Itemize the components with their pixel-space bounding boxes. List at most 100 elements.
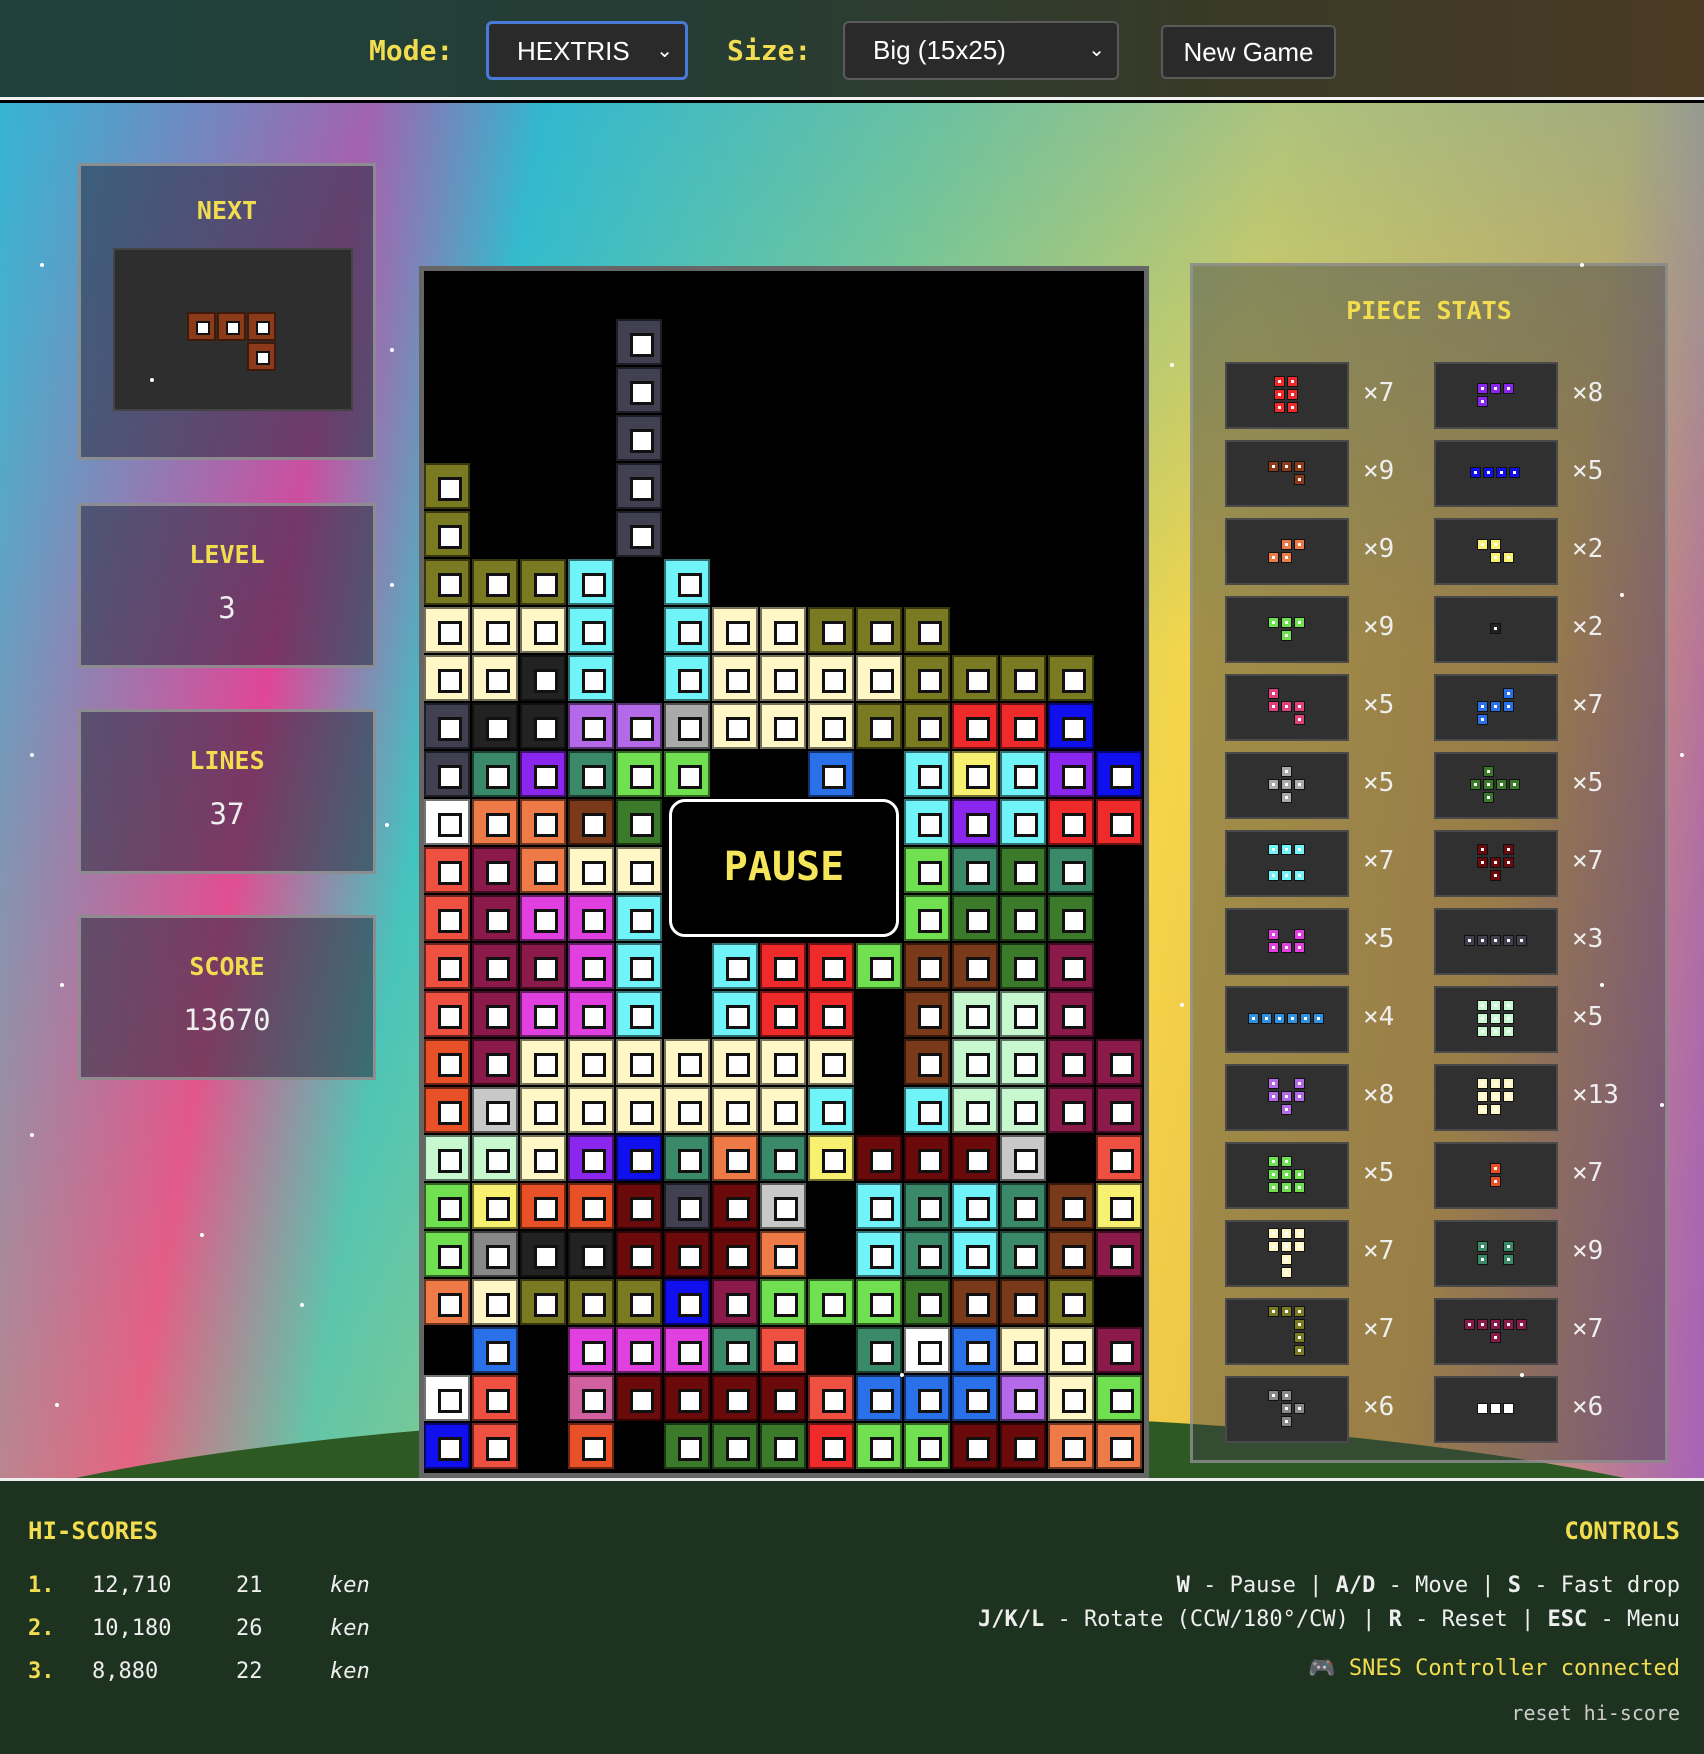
piece-stat-count: ×7	[1572, 1158, 1604, 1188]
footer: HI-SCORES 1. 12,710 21 ken 2. 10,180 26 …	[0, 1478, 1704, 1754]
piece-stat-icon	[1225, 440, 1349, 507]
piece-stat-count: ×9	[1363, 612, 1395, 642]
piece-stat-cell	[1489, 623, 1501, 634]
board-cell	[1000, 799, 1046, 845]
lines-panel: LINES 37	[78, 709, 376, 874]
board-cell	[712, 991, 758, 1037]
board-cell	[1000, 751, 1046, 797]
board-cell	[1000, 655, 1046, 701]
piece-stat-cell	[1280, 870, 1292, 881]
piece-stat-cell	[1293, 928, 1305, 940]
reset-hiscore-link[interactable]: reset hi-score	[1511, 1701, 1680, 1725]
piece-stat-cell	[1502, 857, 1514, 868]
piece-stat-cell	[1293, 1182, 1305, 1193]
game-area: NEXT LEVEL 3 LINES 37 SCORE 13670 PAUSE …	[0, 103, 1704, 1478]
board-cell	[904, 1423, 950, 1469]
piece-stat-icon	[1225, 752, 1349, 819]
piece-stat-icon	[1225, 596, 1349, 663]
board-cell	[904, 1279, 950, 1325]
piece-stat-cell	[1476, 1318, 1488, 1330]
piece-stat-cell	[1476, 1253, 1488, 1265]
board-cell	[1096, 1135, 1142, 1181]
piece-stat-cell	[1267, 844, 1279, 855]
piece-stat-cell	[1293, 1318, 1305, 1330]
board-cell	[424, 463, 470, 509]
piece-stat-count: ×8	[1572, 378, 1604, 408]
board-cell	[424, 1039, 470, 1085]
hiscore-lines: 22	[236, 1659, 263, 1684]
board-cell	[760, 943, 806, 989]
pause-overlay: PAUSE	[669, 799, 899, 937]
board-cell	[904, 703, 950, 749]
board-cell	[616, 895, 662, 941]
board-cell	[664, 1135, 710, 1181]
piece-stat-cell	[1267, 1305, 1279, 1317]
board-cell	[952, 1279, 998, 1325]
game-board[interactable]: PAUSE	[419, 266, 1149, 1478]
board-cell	[616, 1087, 662, 1133]
piece-stat-cell	[1502, 935, 1514, 946]
piece-stat-cell	[1293, 473, 1305, 485]
board-cell	[424, 895, 470, 941]
piece-stat-cell	[1261, 1013, 1272, 1024]
mode-select[interactable]: HEXTRIS ⌄	[486, 21, 688, 80]
star-decoration	[300, 1303, 304, 1307]
board-cell	[424, 1183, 470, 1229]
board-cell	[1000, 1087, 1046, 1133]
piece-stat-cell	[1489, 1013, 1501, 1024]
board-cell	[760, 1327, 806, 1373]
board-cell	[520, 1279, 566, 1325]
piece-stat-cell	[1280, 1227, 1292, 1239]
piece-stat-cell	[1483, 779, 1494, 790]
board-cell	[424, 1087, 470, 1133]
piece-stat-cell	[1509, 779, 1520, 790]
piece-stat-count: ×6	[1572, 1392, 1604, 1422]
board-cell	[760, 1423, 806, 1469]
score-title: SCORE	[189, 952, 265, 981]
star-decoration	[900, 1373, 904, 1377]
piece-stat-count: ×3	[1572, 924, 1604, 954]
piece-stat-cell	[1280, 1390, 1292, 1401]
piece-stat-cell	[1463, 1318, 1475, 1330]
board-cell	[1048, 1183, 1094, 1229]
piece-stat-cell	[1489, 551, 1501, 563]
next-piece-cell	[217, 312, 246, 341]
board-cell	[424, 943, 470, 989]
piece-stat-count: ×7	[1572, 846, 1604, 876]
piece-stat-cell	[1248, 1013, 1259, 1024]
piece-stat-cell	[1280, 1253, 1292, 1265]
piece-stat-cell	[1280, 629, 1292, 641]
piece-stat-count: ×6	[1363, 1392, 1395, 1422]
hiscore-score: 8,880	[92, 1659, 159, 1684]
board-cell	[616, 847, 662, 893]
piece-stat-cell	[1267, 1091, 1279, 1102]
piece-stat-cell	[1489, 1091, 1501, 1102]
piece-stat-cell	[1267, 616, 1279, 628]
board-cell	[520, 751, 566, 797]
piece-stat-count: ×8	[1363, 1080, 1395, 1110]
piece-stat-cell	[1293, 1091, 1305, 1102]
board-cell	[472, 1183, 518, 1229]
piece-stat-cell	[1476, 714, 1488, 725]
size-select[interactable]: Big (15x25) ⌄	[843, 21, 1119, 80]
hiscore-rank: 1.	[28, 1573, 55, 1598]
board-cell	[568, 895, 614, 941]
piece-stat-icon	[1225, 362, 1349, 429]
board-cell	[808, 1423, 854, 1469]
star-decoration	[40, 263, 44, 267]
board-cell	[424, 1375, 470, 1421]
board-cell	[712, 1279, 758, 1325]
new-game-button[interactable]: New Game	[1161, 25, 1336, 79]
board-cell	[952, 1423, 998, 1469]
board-cell	[472, 799, 518, 845]
board-cell	[424, 1231, 470, 1277]
piece-stat-cell	[1280, 701, 1292, 712]
piece-stat-cell	[1267, 941, 1279, 953]
board-cell	[952, 847, 998, 893]
next-panel: NEXT	[78, 163, 376, 460]
board-cell	[760, 1039, 806, 1085]
piece-stat-cell	[1274, 1013, 1285, 1024]
piece-stat-cell	[1476, 538, 1488, 550]
board-cell	[424, 1279, 470, 1325]
hiscore-lines: 21	[236, 1573, 263, 1598]
